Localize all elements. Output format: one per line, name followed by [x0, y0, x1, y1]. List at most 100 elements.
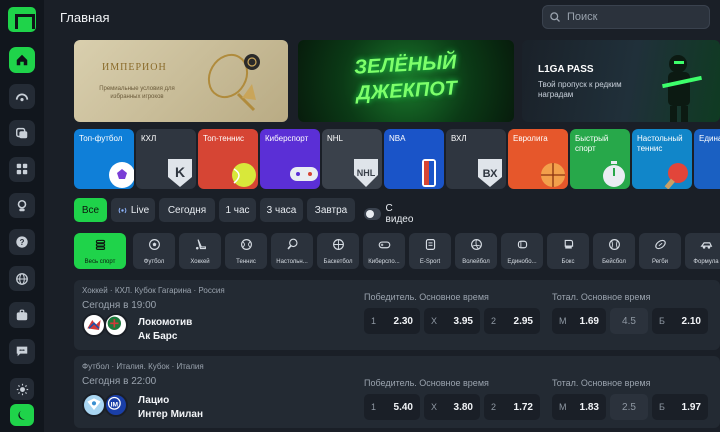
- odd-value: 5.40: [393, 401, 413, 413]
- sport-label: Настольн...: [276, 259, 308, 265]
- odd-under[interactable]: М 1.69: [552, 308, 606, 334]
- tile-table-tennis[interactable]: Настольный теннис: [632, 129, 692, 189]
- odd-home[interactable]: 1 2.30: [364, 308, 420, 334]
- tile-vtb-league[interactable]: Единая ВТБ: [694, 129, 720, 189]
- tile-label: NBA: [389, 134, 406, 143]
- tile-khl[interactable]: КХЛ K: [136, 129, 196, 189]
- tile-label: Топ-футбол: [79, 134, 123, 143]
- odd-draw[interactable]: X 3.95: [424, 308, 480, 334]
- svg-text:?: ?: [20, 238, 25, 247]
- banner-subtitle: Премиальные условия для избранных игроко…: [99, 86, 175, 100]
- sport-basketball[interactable]: Баскетбол: [317, 233, 359, 269]
- odd-draw[interactable]: X 3.80: [424, 394, 480, 420]
- live-gauge-icon[interactable]: [9, 83, 35, 110]
- tile-nhl[interactable]: NHL NHL: [322, 129, 382, 189]
- team-home[interactable]: Локомотив: [138, 317, 192, 328]
- team-home[interactable]: Лацио: [138, 395, 169, 406]
- tile-label: ВХЛ: [451, 134, 467, 143]
- banner-liga-pass[interactable]: L1GA PASS Твой пропуск к редким наградам: [522, 40, 720, 122]
- sport-martial-arts[interactable]: Единобо...: [501, 233, 543, 269]
- team-away[interactable]: Интер Милан: [138, 409, 203, 420]
- tile-vhl[interactable]: ВХЛ ВХ: [446, 129, 506, 189]
- filter-live[interactable]: Live: [111, 198, 155, 222]
- event-card[interactable]: Хоккей · КХЛ. Кубок Гагарина · Россия Се…: [74, 280, 720, 350]
- filter-1-hour[interactable]: 1 час: [219, 198, 256, 222]
- sport-label: Единобо...: [507, 259, 537, 265]
- sport-label: Формула: [693, 259, 719, 265]
- trophy-icon[interactable]: [9, 193, 35, 219]
- tile-label: КХЛ: [141, 134, 157, 143]
- odd-value: 2.10: [681, 315, 701, 327]
- market-title-winner: Победитель. Основное время: [364, 292, 489, 302]
- soccer-ball-icon: [148, 239, 160, 250]
- race-car-icon: [699, 242, 712, 249]
- category-tiles: Топ-футбол КХЛ K Топ-теннис Киберспорт N…: [74, 129, 720, 189]
- search-box[interactable]: [542, 5, 710, 29]
- banner-title: ИМПЕРИОН: [102, 62, 167, 73]
- top-header: Главная: [44, 0, 720, 34]
- search-input[interactable]: [567, 11, 697, 23]
- tile-label: Единая ВТБ: [699, 134, 720, 143]
- banner-green-jackpot[interactable]: ЗЕЛЁНЫЙ ДЖЕКПОТ: [298, 40, 514, 122]
- sport-formula[interactable]: Формула: [685, 233, 720, 269]
- chat-icon[interactable]: [9, 338, 35, 365]
- odd-key: X: [431, 316, 438, 326]
- svg-text:IM: IM: [111, 401, 119, 408]
- moon-icon[interactable]: [10, 404, 34, 427]
- coupons-icon[interactable]: [9, 120, 35, 146]
- filter-3-hours[interactable]: 3 часа: [260, 198, 303, 222]
- sport-boxing[interactable]: Бокс: [547, 233, 589, 269]
- sport-label: Баскетбол: [323, 259, 353, 265]
- market-title-total: Тотал. Основное время: [552, 378, 651, 388]
- sport-hockey[interactable]: Хоккей: [179, 233, 221, 269]
- odd-under[interactable]: М 1.83: [552, 394, 606, 420]
- home-icon[interactable]: [9, 47, 35, 73]
- sport-football[interactable]: Футбол: [133, 233, 175, 269]
- live-broadcast-icon: [118, 207, 127, 213]
- tile-label: NHL: [327, 134, 344, 143]
- tile-fast-sport[interactable]: Быстрый спорт: [570, 129, 630, 189]
- odd-value: 2.95: [513, 315, 533, 327]
- sport-rugby[interactable]: Регби: [639, 233, 681, 269]
- sport-cybersport[interactable]: Киберспо...: [363, 233, 405, 269]
- odd-away[interactable]: 2 2.95: [484, 308, 540, 334]
- sun-icon[interactable]: [10, 378, 34, 401]
- team-logo-lokomotiv: [82, 313, 106, 337]
- event-card[interactable]: Футбол · Италия. Кубок · Италия Сегодня …: [74, 356, 720, 428]
- help-icon[interactable]: ?: [9, 229, 35, 255]
- globe-icon[interactable]: [9, 265, 35, 292]
- video-toggle[interactable]: С видео: [364, 203, 417, 225]
- sport-all[interactable]: Весь спорт: [74, 233, 126, 269]
- sport-volleyball[interactable]: Волейбол: [455, 233, 497, 269]
- banner-imperion[interactable]: ИМПЕРИОН Премиальные условия для избранн…: [74, 40, 288, 122]
- odd-home[interactable]: 1 5.40: [364, 394, 420, 420]
- filter-all[interactable]: Все: [74, 198, 107, 222]
- odd-over[interactable]: Б 1.97: [652, 394, 708, 420]
- odd-value: 3.80: [453, 401, 473, 413]
- banner-title: ЗЕЛЁНЫЙ ДЖЕКПОТ: [353, 51, 458, 105]
- odd-over[interactable]: Б 2.10: [652, 308, 708, 334]
- sport-e-sport[interactable]: E-Sport: [409, 233, 451, 269]
- team-logo-lazio: [82, 393, 106, 417]
- filter-today[interactable]: Сегодня: [159, 198, 215, 222]
- briefcase-icon[interactable]: [9, 302, 35, 328]
- tile-esports[interactable]: Киберспорт: [260, 129, 320, 189]
- tile-top-football[interactable]: Топ-футбол: [74, 129, 134, 189]
- tile-euroleague[interactable]: Евролига: [508, 129, 568, 189]
- video-switch[interactable]: [364, 208, 381, 220]
- sport-tennis[interactable]: Теннис: [225, 233, 267, 269]
- tile-nba[interactable]: NBA: [384, 129, 444, 189]
- sport-label: Бокс: [561, 259, 575, 265]
- sport-table-tennis[interactable]: Настольн...: [271, 233, 313, 269]
- filter-tomorrow[interactable]: Завтра: [307, 198, 355, 222]
- event-time: Сегодня в 22:00: [82, 376, 157, 387]
- sport-baseball[interactable]: Бейсбол: [593, 233, 635, 269]
- grid-icon[interactable]: [9, 156, 35, 183]
- logo[interactable]: [8, 7, 36, 33]
- promo-banners: ИМПЕРИОН Премиальные условия для избранн…: [74, 40, 720, 122]
- hockey-stick-icon: [195, 239, 206, 250]
- odd-away[interactable]: 2 1.72: [484, 394, 540, 420]
- team-logos: IM: [82, 393, 130, 419]
- team-away[interactable]: Ак Барс: [138, 331, 177, 342]
- tile-top-tennis[interactable]: Топ-теннис: [198, 129, 258, 189]
